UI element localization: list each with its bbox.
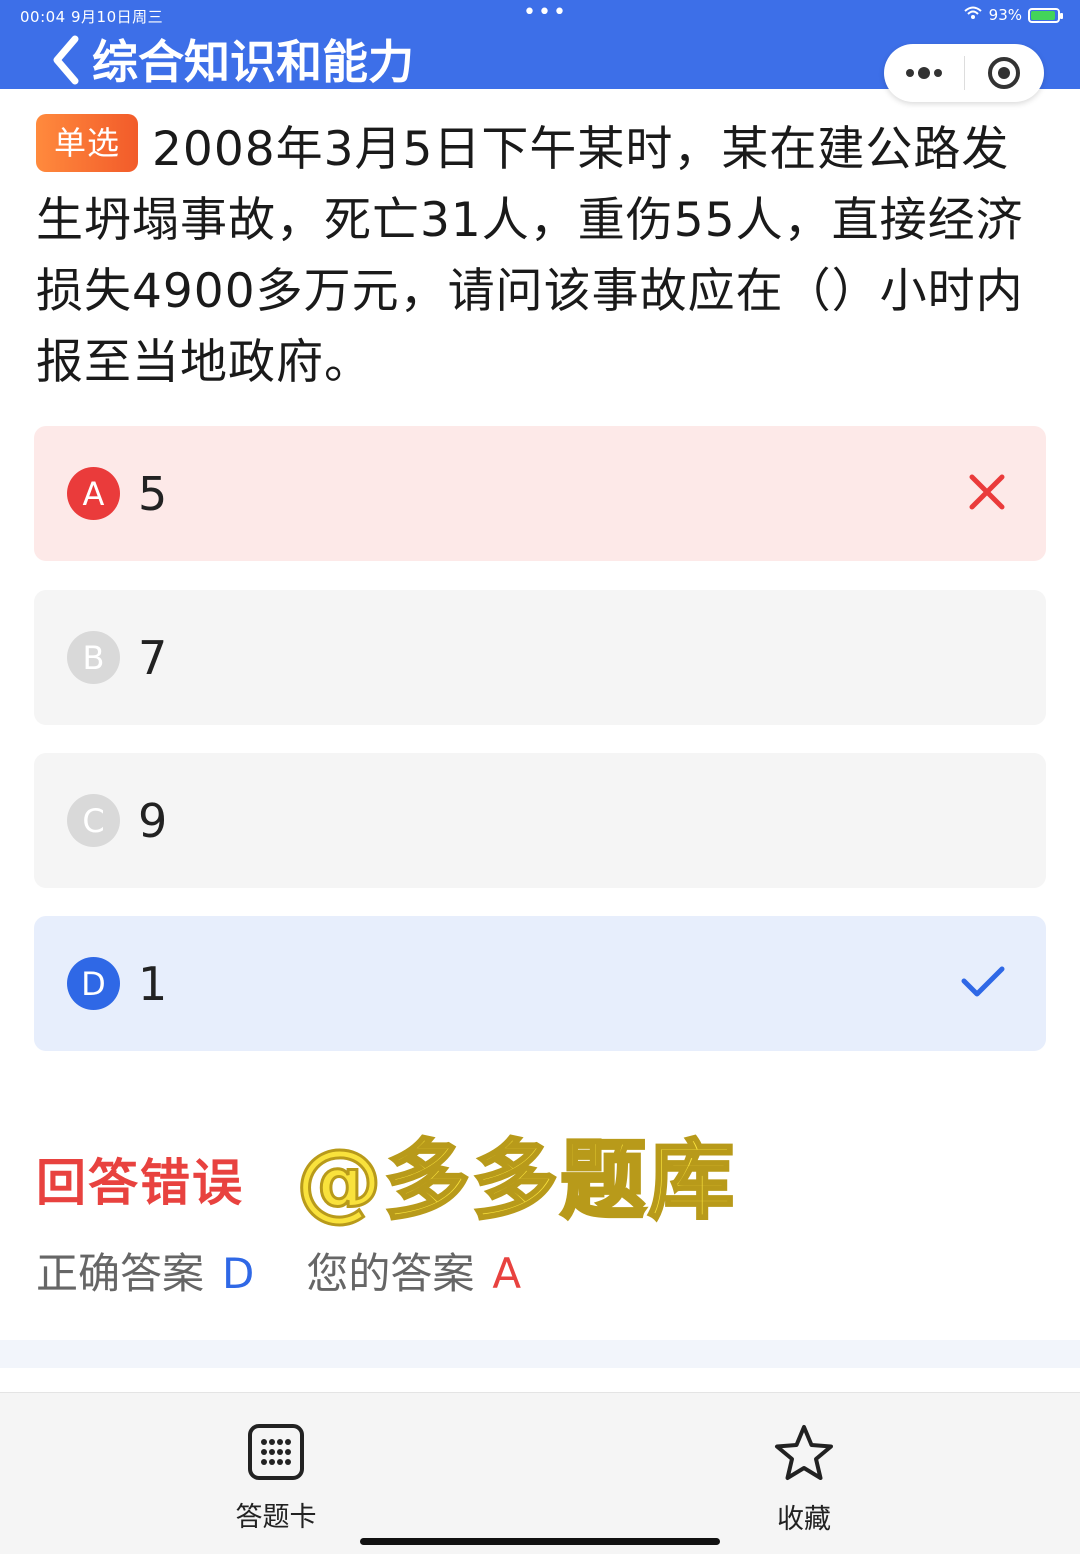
chevron-left-icon <box>53 35 79 85</box>
your-answer-label: 您的答案 <box>306 1249 475 1298</box>
correct-answer-value: D <box>222 1249 255 1298</box>
question-text-block: 单选 2008年3月5日下午某时，某在建公路发生坍塌事故，死亡31人，重伤55人，… <box>36 114 1046 398</box>
question-type-badge: 单选 <box>36 114 139 172</box>
close-miniprogram-button[interactable] <box>965 44 1045 102</box>
page-title: 综合知识和能力 <box>92 35 414 89</box>
correct-answer-label: 正确答案 <box>36 1249 205 1298</box>
answer-summary: 正确答案 D 您的答案 A <box>36 1240 521 1301</box>
answer-card-tab[interactable]: 答题卡 <box>226 1423 326 1534</box>
answer-card-label: 答题卡 <box>235 1502 317 1533</box>
status-right: 93% <box>963 6 1063 24</box>
favorite-tab[interactable]: 收藏 <box>754 1423 854 1536</box>
option-text-d: 1 <box>138 956 168 1011</box>
mini-program-capsule <box>884 44 1044 102</box>
option-a[interactable]: A 5 <box>34 426 1046 561</box>
option-d[interactable]: D 1 <box>34 916 1046 1051</box>
header-bar: 00:04 9月10日周三 ••• 93% 综合知识和能力 <box>0 0 1080 102</box>
watermark-text: @多多题库 <box>295 1130 736 1233</box>
option-text-b: 7 <box>138 630 168 685</box>
home-indicator <box>360 1538 720 1545</box>
wifi-icon <box>963 6 983 24</box>
option-letter-c: C <box>67 794 120 847</box>
result-status: 回答错误 <box>36 1154 244 1212</box>
status-time-date: 00:04 9月10日周三 <box>20 8 164 26</box>
more-button[interactable] <box>884 44 964 102</box>
battery-percent: 93% <box>988 6 1022 24</box>
back-button[interactable] <box>44 32 88 88</box>
correct-check-icon <box>960 965 1006 1003</box>
divider-strip <box>0 1340 1080 1368</box>
option-c[interactable]: C 9 <box>34 753 1046 888</box>
favorite-label: 收藏 <box>777 1504 831 1535</box>
grid-card-icon <box>248 1424 304 1480</box>
option-text-c: 9 <box>138 793 168 848</box>
option-letter-b: B <box>67 631 120 684</box>
star-icon <box>775 1425 833 1480</box>
option-b[interactable]: B 7 <box>34 590 1046 725</box>
option-letter-a: A <box>67 467 120 520</box>
option-letter-d: D <box>67 957 120 1010</box>
bottom-tab-bar: 答题卡 收藏 <box>0 1392 1080 1554</box>
status-dots: ••• <box>523 0 568 25</box>
battery-icon <box>1028 7 1063 23</box>
more-dots-icon <box>905 67 942 79</box>
option-text-a: 5 <box>138 466 168 521</box>
wrong-x-icon <box>968 473 1006 515</box>
question-text: 2008年3月5日下午某时，某在建公路发生坍塌事故，死亡31人，重伤55人，直接… <box>36 122 1024 390</box>
your-answer-value: A <box>492 1249 522 1298</box>
target-icon <box>988 57 1021 89</box>
